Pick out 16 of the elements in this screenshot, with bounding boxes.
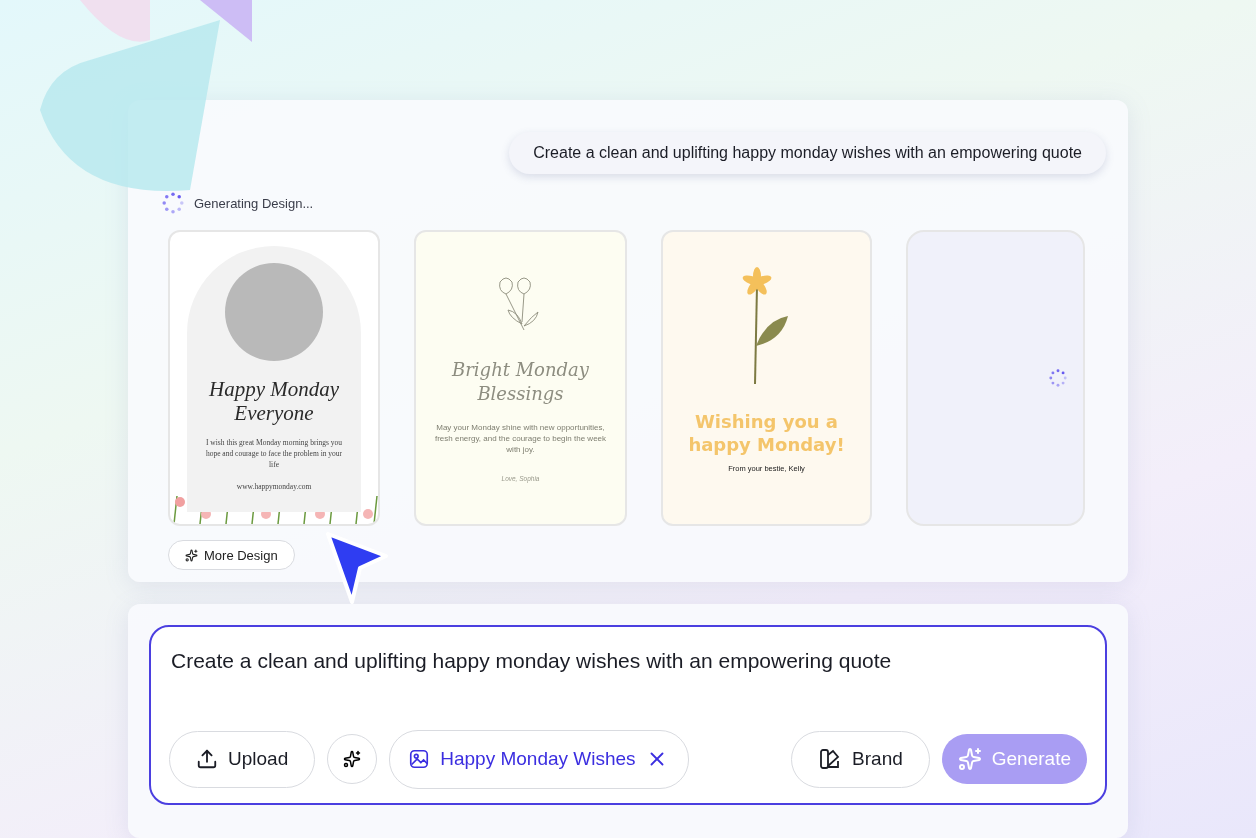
sparkles-icon [343, 750, 362, 769]
image-icon [408, 748, 431, 771]
sparkles-icon [185, 548, 198, 562]
brand-button[interactable]: Brand [791, 730, 930, 788]
card-title: Bright Monday Blessings [450, 358, 590, 406]
card-title: Happy Monday Everyone [207, 377, 341, 425]
sparkles-icon [957, 747, 982, 772]
tag-label: Happy Monday Wishes [440, 748, 636, 771]
prompt-bubble: Create a clean and uplifting happy monday wishes with an empowering quote [509, 132, 1106, 174]
card-title: Wishing you a happy Monday! [687, 410, 846, 456]
loading-spinner-icon [1049, 369, 1067, 387]
card-text: May your Monday shine with new opportunities, fresh energy, and the courage to begin the week with joy. [433, 422, 608, 455]
upload-button[interactable]: Upload [169, 730, 316, 788]
status-text: Generating Design... [194, 195, 314, 211]
more-design-button[interactable]: More Design [168, 540, 295, 570]
upload-icon [196, 748, 218, 771]
